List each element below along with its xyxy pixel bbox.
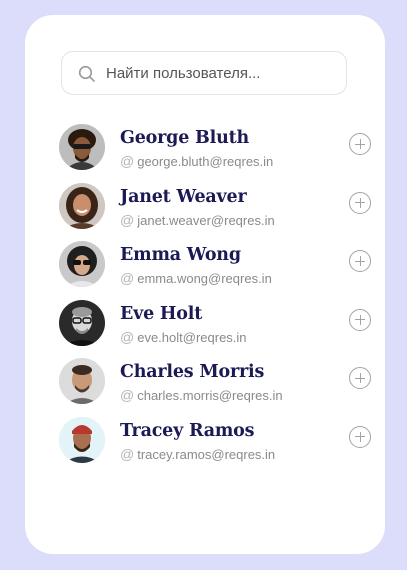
user-row: Janet Weaver @ janet.weaver@reqres.in (59, 182, 371, 241)
user-email: george.bluth@reqres.in (137, 154, 274, 169)
at-icon: @ (120, 387, 135, 403)
user-name: Eve Holt (120, 303, 203, 324)
avatar (59, 299, 105, 346)
user-row: Tracey Ramos @ tracey.ramos@reqres.in (59, 416, 371, 475)
user-email-line: @ janet.weaver@reqres.in (120, 212, 275, 228)
add-user-button[interactable] (349, 425, 371, 448)
add-user-button[interactable] (349, 250, 371, 272)
avatar (59, 416, 105, 463)
user-email: tracey.ramos@reqres.in (137, 446, 276, 462)
add-user-button[interactable] (349, 308, 371, 331)
search-input[interactable] (106, 62, 336, 84)
user-email: eve.holt@reqres.in (137, 329, 247, 345)
user-row: Charles Morris @ charles.morris@reqres.in (59, 357, 371, 416)
user-name: George Bluth (120, 128, 250, 148)
user-email-line: @ tracey.ramos@reqres.in (120, 446, 275, 462)
avatar (59, 182, 105, 229)
avatar (59, 358, 105, 404)
avatar (59, 241, 105, 287)
user-email-line: @ eve.holt@reqres.in (120, 329, 247, 345)
user-email-line: @ emma.wong@reqres.in (120, 270, 272, 286)
user-email: charles.morris@reqres.in (137, 388, 283, 403)
user-row: Eve Holt @ eve.holt@reqres.in (59, 299, 371, 358)
user-name: Janet Weaver (120, 186, 247, 207)
user-email-line: @ charles.morris@reqres.in (120, 387, 283, 403)
user-row: Emma Wong @ emma.wong@reqres.in (59, 240, 371, 299)
user-email: janet.weaver@reqres.in (137, 212, 275, 228)
add-user-button[interactable] (349, 133, 371, 155)
at-icon: @ (120, 445, 135, 462)
user-name: Tracey Ramos (120, 420, 255, 441)
at-icon: @ (120, 328, 135, 345)
avatar (59, 124, 105, 170)
users-card: George Bluth @george.bluth@reqres.in Jan… (25, 15, 385, 554)
at-icon: @ (120, 270, 135, 286)
user-row: George Bluth @ george.bluth@reqres.in (59, 123, 371, 182)
search-icon (78, 65, 95, 82)
add-user-button[interactable] (349, 367, 371, 389)
add-user-button[interactable] (349, 191, 371, 214)
at-icon: @ (120, 153, 135, 169)
search-box[interactable] (61, 51, 347, 95)
user-email-line: @ george.bluth@reqres.in (120, 153, 273, 169)
user-name: Emma Wong (120, 245, 241, 265)
user-email: emma.wong@reqres.in (137, 271, 272, 286)
at-icon: @ (120, 211, 135, 228)
user-list: George Bluth @ george.bluth@reqres.in Jan… (59, 123, 371, 475)
user-name: Charles Morris (120, 362, 265, 382)
